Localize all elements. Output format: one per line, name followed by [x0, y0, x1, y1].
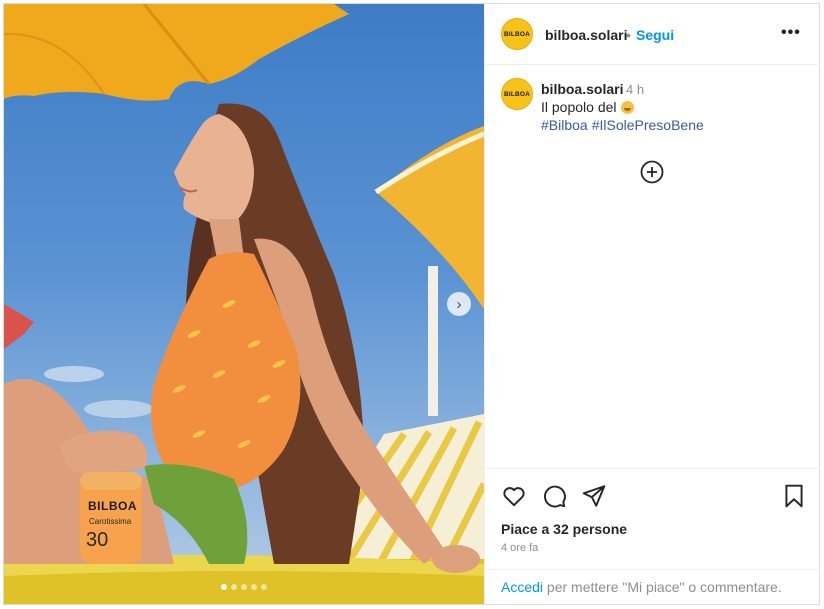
hashtag-link[interactable]: #IlSolePresoBene: [592, 117, 704, 133]
login-link[interactable]: Accedi: [501, 579, 543, 595]
post-actions: Piace a 32 persone 4 ore fa Accedi per m…: [485, 468, 820, 604]
likes-count[interactable]: Piace a 32 persone: [501, 521, 627, 537]
bottle-spf-text: 30: [86, 529, 109, 551]
caption-avatar[interactable]: BILBOA: [501, 78, 533, 110]
caption-section: BILBOA bilboa.solari 4 h Il popolo del #…: [485, 66, 820, 468]
caption-hashtags: #Bilboa #IlSolePresoBene: [541, 117, 708, 133]
follow-button[interactable]: Segui: [636, 27, 674, 43]
carousel-dot: [231, 584, 237, 590]
chevron-right-icon: ›: [456, 295, 462, 313]
caption-body: Il popolo del: [541, 99, 617, 115]
bottle-brand-text: BILBOA: [88, 499, 137, 513]
carousel-dot: [241, 584, 247, 590]
post-side-panel: BILBOA bilboa.solari • Segui ••• BILBOA …: [484, 4, 820, 604]
profile-avatar[interactable]: BILBOA: [501, 18, 533, 50]
smiling-face-emoji-icon: [620, 101, 634, 114]
header-separator: •: [626, 27, 631, 43]
post-media[interactable]: BILBOA Carotissima 30 ›: [4, 4, 484, 604]
username-link[interactable]: bilboa.solari: [545, 27, 627, 43]
carousel-next-button[interactable]: ›: [447, 292, 471, 316]
bottle-product-text: Carotissima: [89, 517, 132, 526]
carousel-dot: [251, 584, 257, 590]
paper-plane-icon[interactable]: [581, 483, 607, 509]
login-prompt-text: per mettere "Mi piace" o commentare.: [543, 579, 782, 595]
carousel-indicator: [4, 584, 484, 590]
heart-icon[interactable]: [501, 483, 527, 509]
more-options-icon[interactable]: •••: [781, 24, 801, 42]
post-age: 4 ore fa: [501, 542, 539, 554]
post-dialog: BILBOA Carotissima 30 › BILBOA bilboa.so…: [3, 3, 820, 605]
beach-photo: [4, 4, 484, 604]
bookmark-icon[interactable]: [781, 483, 807, 509]
caption-timestamp[interactable]: 4 h: [626, 82, 644, 97]
avatar-logo-text: BILBOA: [503, 90, 531, 98]
caption-username[interactable]: bilboa.solari: [541, 81, 623, 97]
carousel-dot: [261, 584, 267, 590]
hashtag-link[interactable]: #Bilboa: [541, 117, 588, 133]
avatar-logo-text: BILBOA: [503, 30, 531, 38]
post-header: BILBOA bilboa.solari • Segui •••: [485, 4, 820, 65]
carousel-dot-active: [221, 584, 227, 590]
caption-text: Il popolo del: [541, 99, 634, 115]
plus-circle-icon[interactable]: [640, 160, 664, 184]
login-prompt: Accedi per mettere "Mi piace" o commenta…: [485, 569, 820, 605]
comment-bubble-icon[interactable]: [541, 483, 567, 509]
